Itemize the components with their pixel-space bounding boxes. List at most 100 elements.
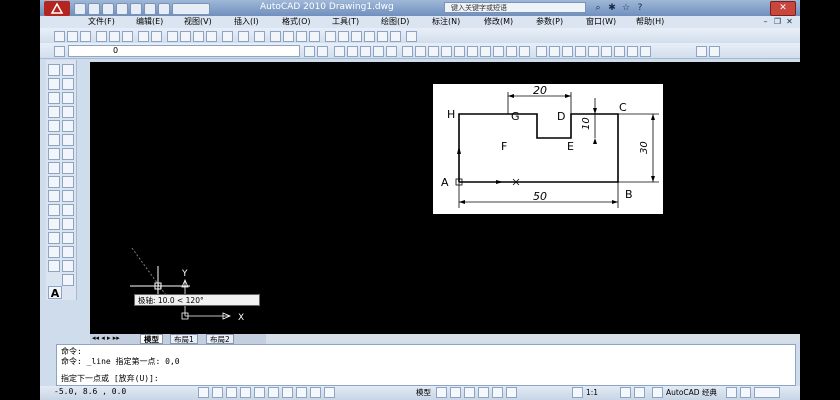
paste-icon[interactable] (193, 31, 204, 42)
workspace-switching-icon[interactable] (652, 387, 663, 398)
autocad-logo-icon[interactable] (44, 1, 70, 16)
save-as-icon[interactable] (116, 3, 128, 15)
isolate-objects-icon[interactable] (740, 387, 751, 398)
quickcalc-icon[interactable] (390, 31, 401, 42)
drawing-canvas[interactable]: H G D C F E A B 20 50 10 30 Y X 极轴: 10.0… (90, 62, 800, 334)
menu-window[interactable]: 窗口(W) (586, 16, 616, 28)
design-center-icon[interactable] (338, 31, 349, 42)
array-draw-icon[interactable] (48, 218, 60, 230)
spline-icon[interactable] (48, 120, 60, 132)
status-zoom-icon[interactable] (478, 387, 489, 398)
block-editor-icon[interactable] (222, 31, 233, 42)
command-window[interactable]: 命令: 命令: _line 指定第一点: 0,0 指定下一点或 [放弃(U)]: (56, 344, 796, 386)
snap-settings-icon[interactable] (696, 46, 707, 57)
match-properties-icon[interactable] (206, 31, 217, 42)
snap-mode-icon[interactable] (198, 387, 209, 398)
extend-draw-icon[interactable] (48, 260, 60, 272)
join-icon[interactable] (480, 46, 491, 57)
save-icon[interactable] (102, 3, 114, 15)
revision-cloud-icon[interactable] (62, 106, 74, 118)
menu-dimension[interactable]: 标注(N) (432, 16, 460, 28)
line-icon[interactable] (48, 64, 60, 76)
multiline-text-icon[interactable]: A (48, 286, 62, 300)
scale-icon[interactable] (415, 46, 426, 57)
polar-tracking-icon[interactable] (240, 387, 251, 398)
horizontal-scrollbar[interactable] (266, 334, 800, 342)
circle-icon[interactable] (48, 106, 60, 118)
snap-midpoint-icon[interactable] (562, 46, 573, 57)
favorites-star-icon[interactable]: ☆ (620, 2, 632, 14)
print-icon[interactable] (130, 3, 142, 15)
menu-view[interactable]: 视图(V) (184, 16, 212, 28)
scale-draw-icon[interactable] (62, 232, 74, 244)
publish-icon[interactable] (122, 31, 133, 42)
undo-toolbar-icon[interactable] (238, 31, 249, 42)
stretch-draw-icon[interactable] (48, 246, 60, 258)
otrack-icon[interactable] (268, 387, 279, 398)
copy-object-icon[interactable] (347, 46, 358, 57)
snap-quadrant-icon[interactable] (601, 46, 612, 57)
menu-format[interactable]: 格式(O) (282, 16, 311, 28)
tab-layout1[interactable]: 布局1 (170, 334, 198, 344)
rectangle-icon[interactable] (48, 92, 60, 104)
showmotion-icon[interactable] (506, 387, 517, 398)
zoom-window-icon[interactable] (296, 31, 307, 42)
menu-draw[interactable]: 绘图(D) (381, 16, 409, 28)
table-icon[interactable] (62, 176, 74, 188)
model-space-toggle[interactable]: 模型 (416, 387, 431, 398)
menu-tools[interactable]: 工具(T) (332, 16, 359, 28)
grid-display-icon[interactable] (212, 387, 223, 398)
status-pan-icon[interactable] (464, 387, 475, 398)
annotation-scale-icon[interactable] (572, 387, 583, 398)
snap-nearest-icon[interactable] (640, 46, 651, 57)
extend-icon[interactable] (454, 46, 465, 57)
etransmit-icon[interactable] (151, 31, 162, 42)
auto-scale-icon[interactable] (634, 387, 645, 398)
explode-icon[interactable] (519, 46, 530, 57)
make-block-icon[interactable] (48, 148, 60, 160)
menu-file[interactable]: 文件(F) (88, 16, 115, 28)
dynamic-input-icon[interactable] (296, 387, 307, 398)
help-icon[interactable]: ? (634, 2, 646, 14)
move-icon[interactable] (334, 46, 345, 57)
qnew-icon[interactable] (54, 31, 65, 42)
pan-icon[interactable] (270, 31, 281, 42)
snap-center-icon[interactable] (588, 46, 599, 57)
clean-screen-icon[interactable] (754, 387, 780, 398)
ducs-icon[interactable] (282, 387, 293, 398)
tool-palettes-icon[interactable] (351, 31, 362, 42)
snap-none-icon[interactable] (709, 46, 720, 57)
polyline-icon[interactable] (48, 78, 60, 90)
ellipse-arc-icon[interactable] (48, 134, 60, 146)
menu-modify[interactable]: 修改(M) (484, 16, 513, 28)
open-icon[interactable] (67, 31, 78, 42)
hatch-icon[interactable] (48, 162, 60, 174)
plot-icon[interactable] (96, 31, 107, 42)
break-icon[interactable] (467, 46, 478, 57)
region-icon[interactable] (48, 176, 60, 188)
point-icon[interactable] (62, 148, 74, 160)
zoom-previous-icon[interactable] (309, 31, 320, 42)
offset-icon[interactable] (373, 46, 384, 57)
new-file-icon[interactable] (74, 3, 86, 15)
close-window-button[interactable]: ✕ (770, 1, 796, 16)
menu-edit[interactable]: 编辑(E) (136, 16, 163, 28)
layer-dropdown[interactable]: 0 (68, 45, 300, 57)
undo-icon[interactable] (144, 3, 156, 15)
help-search-input[interactable]: 键入关键字或短语 (444, 2, 586, 13)
menu-parametric[interactable]: 参数(P) (536, 16, 563, 28)
gradient-icon[interactable] (62, 162, 74, 174)
object-snap-status-icon[interactable] (254, 387, 265, 398)
lineweight-icon[interactable] (310, 387, 321, 398)
move-draw-icon[interactable] (62, 218, 74, 230)
chamfer-draw-icon[interactable] (62, 274, 74, 286)
mirror-draw-icon[interactable] (48, 204, 60, 216)
3d-dwf-icon[interactable] (138, 31, 149, 42)
trim-draw-icon[interactable] (62, 246, 74, 258)
erase-icon[interactable] (48, 190, 60, 202)
make-current-icon[interactable] (317, 46, 328, 57)
snap-endpoint-icon[interactable] (549, 46, 560, 57)
mirror-icon[interactable] (360, 46, 371, 57)
open-file-icon[interactable] (88, 3, 100, 15)
copy-icon[interactable] (180, 31, 191, 42)
